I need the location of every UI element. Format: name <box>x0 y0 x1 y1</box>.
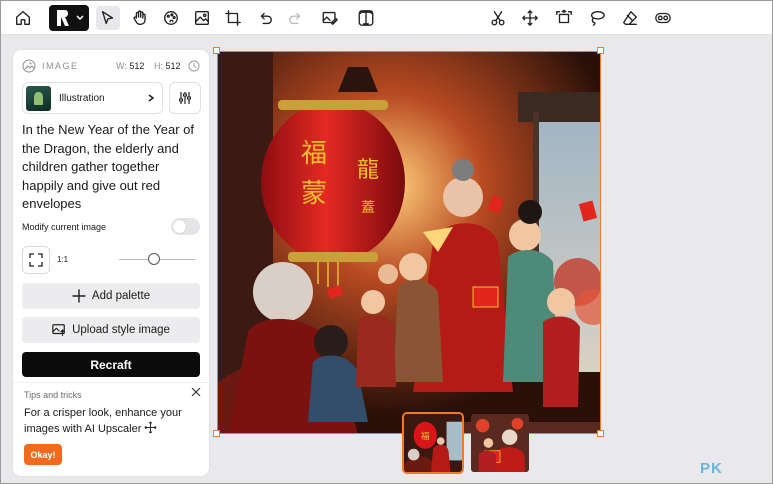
resize-handle-top-right[interactable] <box>597 47 604 54</box>
plus-icon <box>72 289 86 303</box>
image-frame-icon[interactable] <box>190 6 214 30</box>
aspect-ratio-label: 1:1 <box>57 255 69 264</box>
hand-icon[interactable] <box>128 6 152 30</box>
modify-toggle[interactable] <box>171 218 200 235</box>
undo-icon[interactable] <box>253 6 277 30</box>
sliders-icon <box>179 92 191 104</box>
variation-thumbnails: 福 <box>402 412 535 475</box>
pk-watermark: PK <box>700 460 723 477</box>
vectorize-icon[interactable] <box>651 6 675 30</box>
upload-image-icon <box>52 324 65 336</box>
crop-frame-icon[interactable] <box>221 6 245 30</box>
redo-icon[interactable] <box>284 6 308 30</box>
upscaler-arrows-icon <box>145 421 157 434</box>
upload-style-image-button[interactable]: Upload style image <box>22 317 200 343</box>
select-pointer-icon[interactable] <box>96 6 120 30</box>
style-settings-button[interactable] <box>169 82 201 114</box>
variation-thumbnail[interactable] <box>469 412 531 474</box>
aspect-ratio-slider-thumb[interactable] <box>148 253 160 265</box>
palette-icon[interactable] <box>159 6 183 30</box>
style-thumbnail <box>26 86 51 111</box>
tips-body-text: For a crisper look, enhance your images … <box>24 407 182 435</box>
scissors-icon[interactable] <box>486 6 510 30</box>
tips-body: For a crisper look, enhance your images … <box>24 406 204 437</box>
crop-expand-icon[interactable] <box>552 6 576 30</box>
height-label: H: <box>154 61 163 71</box>
modify-current-image-row: Modify current image <box>22 218 200 236</box>
chevron-right-icon <box>148 94 155 102</box>
modify-label: Modify current image <box>22 222 107 232</box>
panel-header: IMAGE W: 512 H: 512 <box>22 59 200 75</box>
generated-image[interactable]: 福 蒙 龍 蓋 <box>217 51 601 434</box>
lantern-character-top-right: 龍 <box>357 158 379 183</box>
lantern-character-top-left: 福 <box>301 139 327 169</box>
width-label: W: <box>116 61 127 71</box>
resize-handle-bottom-right[interactable] <box>597 430 604 437</box>
home-icon[interactable] <box>11 6 35 30</box>
image-icon <box>22 59 36 73</box>
style-label: Illustration <box>59 93 105 104</box>
add-palette-label: Add palette <box>91 290 151 302</box>
width-value: 512 <box>129 61 145 71</box>
image-settings-panel: IMAGE W: 512 H: 512 Illustration In the … <box>13 50 209 476</box>
project-logo-button[interactable] <box>49 5 89 31</box>
top-toolbar <box>1 1 772 35</box>
width-readout: W: 512 <box>116 61 144 71</box>
variation-thumbnail[interactable]: 福 <box>402 412 464 474</box>
text-tool-icon[interactable] <box>354 6 378 30</box>
recraft-button[interactable]: Recraft <box>22 352 200 377</box>
add-palette-button[interactable]: Add palette <box>22 283 200 309</box>
chevron-down-icon <box>76 15 84 21</box>
close-icon[interactable] <box>191 387 201 397</box>
prompt-text[interactable]: In the New Year of the Year of the Drago… <box>22 121 204 214</box>
tips-card: Tips and tricks For a crisper look, enha… <box>13 382 209 476</box>
lantern-character-bottom-left: 蒙 <box>301 179 327 209</box>
resize-handle-bottom-left[interactable] <box>213 430 220 437</box>
new-year-illustration: 福 蒙 龍 蓋 <box>218 52 600 433</box>
aspect-ratio-icon <box>29 253 43 267</box>
history-icon[interactable] <box>188 60 200 72</box>
svg-text:福: 福 <box>421 430 430 442</box>
lantern-character-bottom-right: 蓋 <box>361 200 375 216</box>
upload-style-label: Upload style image <box>72 324 170 336</box>
image-edit-icon[interactable] <box>318 6 342 30</box>
resize-handle-top-left[interactable] <box>213 47 220 54</box>
style-selector[interactable]: Illustration <box>22 82 163 114</box>
eraser-icon[interactable] <box>618 6 642 30</box>
section-label: IMAGE <box>42 61 79 71</box>
aspect-ratio-button[interactable] <box>22 246 50 274</box>
move-arrows-icon[interactable] <box>518 6 542 30</box>
lasso-icon[interactable] <box>585 6 609 30</box>
tips-title: Tips and tricks <box>24 390 82 400</box>
height-value: 512 <box>165 61 181 71</box>
height-readout: H: 512 <box>154 61 181 71</box>
okay-button[interactable]: Okay! <box>24 444 62 465</box>
recraft-logo-icon <box>57 10 69 26</box>
